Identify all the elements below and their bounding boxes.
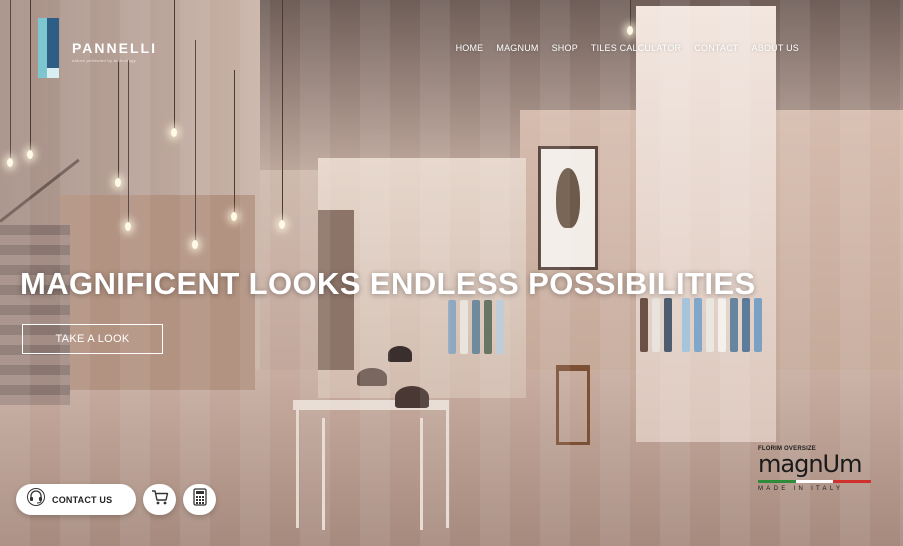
brand-tagline: nature perfected by technology bbox=[72, 58, 136, 63]
badge-origin: MADE IN ITALY bbox=[758, 486, 844, 492]
nav-contact[interactable]: CONTACT bbox=[694, 43, 738, 53]
logo-text: PANNELLI nature perfected by technology bbox=[72, 40, 157, 63]
nav-shop[interactable]: SHOP bbox=[552, 43, 578, 53]
take-a-look-button[interactable]: TAKE A LOOK bbox=[22, 324, 163, 354]
magnum-badge: FLORIM OVERSIZE magnUm MADE IN ITALY bbox=[758, 446, 878, 492]
contact-us-button[interactable]: CONTACT US bbox=[16, 484, 136, 515]
brand-name: PANNELLI bbox=[72, 40, 157, 56]
hero-headline: MAGNIFICENT LOOKS ENDLESS POSSIBILITIES bbox=[20, 266, 756, 301]
nav-tiles-calculator[interactable]: TILES CALCULATOR bbox=[591, 43, 681, 53]
calculator-button[interactable] bbox=[183, 484, 216, 515]
headset-icon bbox=[26, 487, 46, 512]
logo-mark bbox=[38, 18, 64, 78]
badge-brand: magnUm bbox=[758, 450, 862, 478]
nav-about-us[interactable]: ABOUT US bbox=[752, 43, 799, 53]
main-nav: HOME MAGNUM SHOP TILES CALCULATOR CONTAC… bbox=[456, 43, 799, 53]
nav-magnum[interactable]: MAGNUM bbox=[496, 43, 538, 53]
contact-us-label: CONTACT US bbox=[52, 494, 113, 505]
cart-button[interactable] bbox=[143, 484, 176, 515]
site-logo[interactable]: PANNELLI nature perfected by technology bbox=[38, 18, 157, 78]
italian-flag-bar bbox=[758, 480, 872, 483]
cart-icon bbox=[151, 488, 169, 511]
calculator-icon bbox=[192, 488, 208, 511]
nav-home[interactable]: HOME bbox=[456, 43, 484, 53]
